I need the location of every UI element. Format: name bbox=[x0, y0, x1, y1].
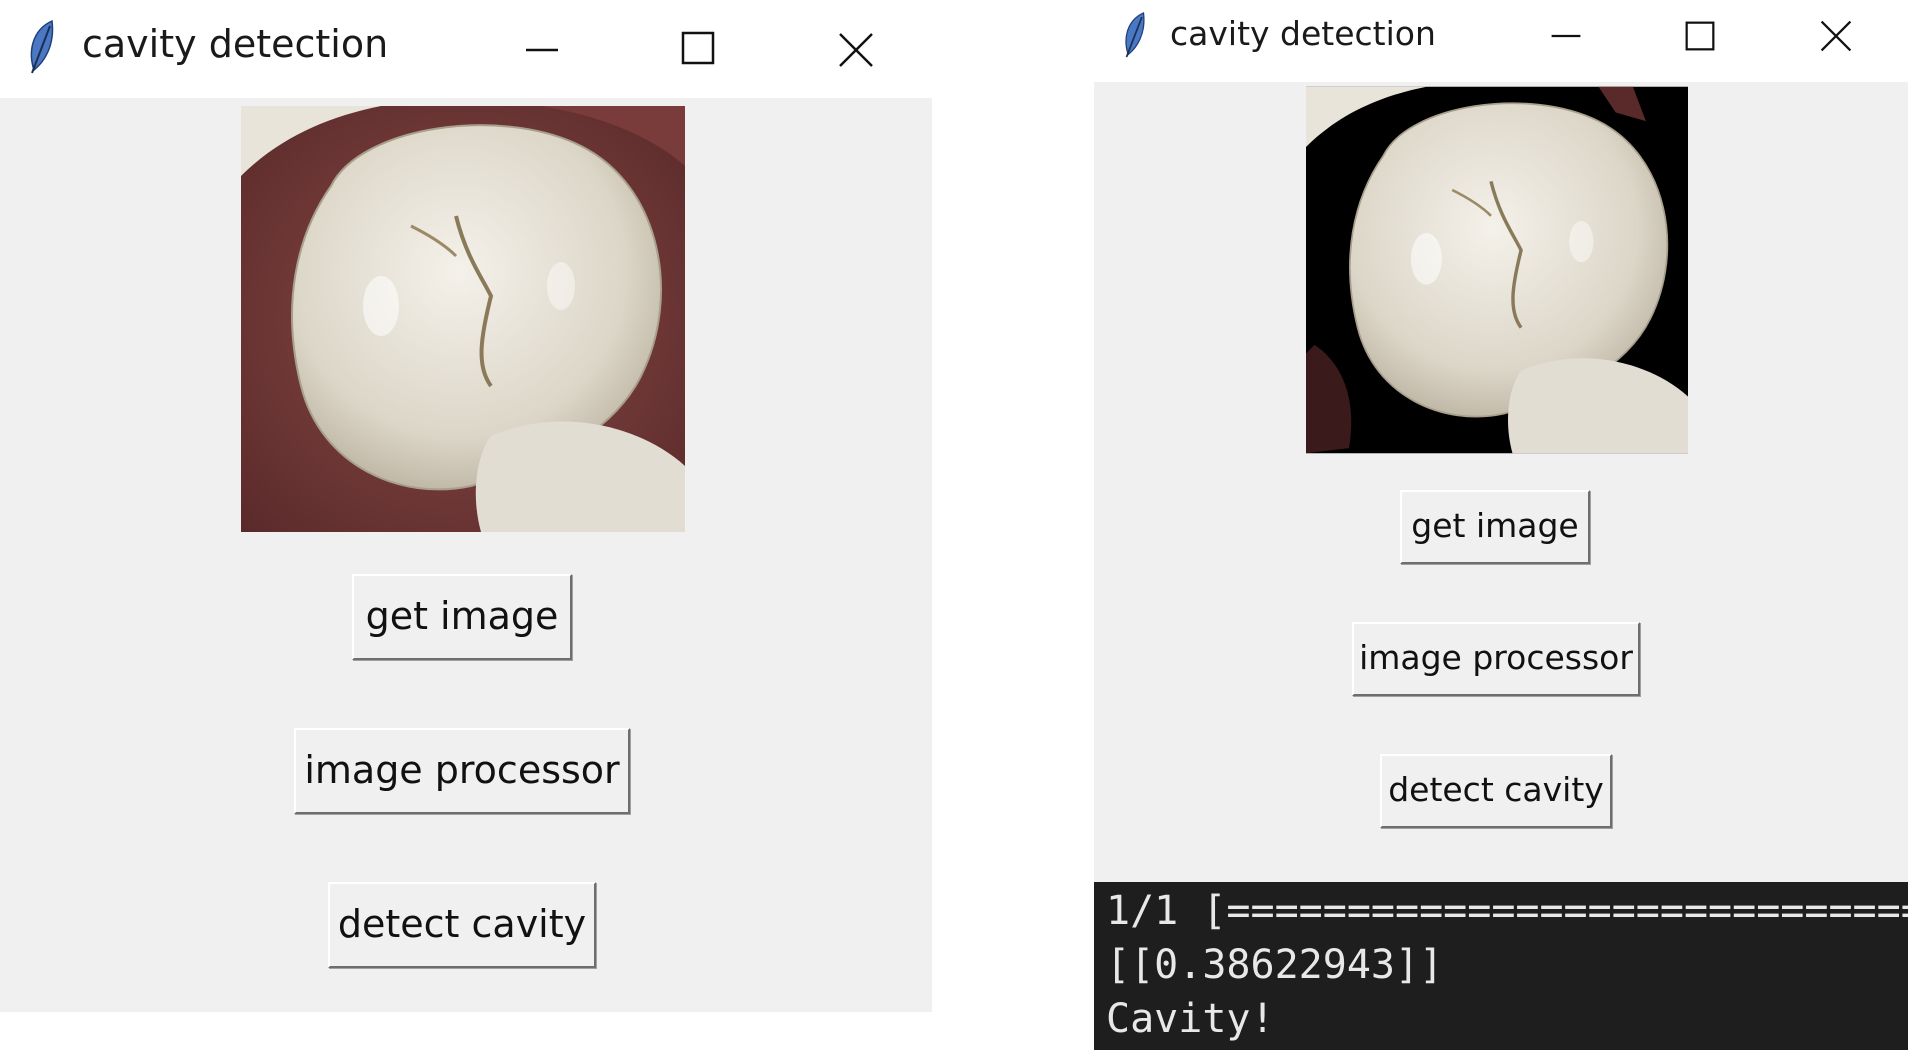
console-output: 1/1 [============================== [[0.… bbox=[1094, 882, 1908, 1050]
client-area: get image image processor detect cavity bbox=[0, 98, 932, 1012]
detect-cavity-button[interactable]: detect cavity bbox=[1380, 754, 1612, 828]
console-prediction-line: [[0.38622943]] bbox=[1106, 942, 1444, 988]
window-title: cavity detection bbox=[82, 22, 389, 66]
detect-cavity-button[interactable]: detect cavity bbox=[328, 882, 596, 968]
image-processor-button[interactable]: image processor bbox=[1352, 622, 1640, 696]
client-area: get image image processor detect cavity bbox=[1094, 82, 1908, 882]
right-window: cavity detection get image image process… bbox=[1094, 0, 1908, 1050]
title-bar[interactable]: cavity detection bbox=[1094, 0, 1908, 82]
maximize-icon[interactable] bbox=[680, 30, 716, 66]
window-title: cavity detection bbox=[1170, 14, 1436, 53]
get-image-button[interactable]: get image bbox=[352, 574, 572, 660]
title-bar[interactable]: cavity detection bbox=[0, 0, 932, 98]
close-icon[interactable] bbox=[836, 30, 876, 70]
maximize-icon[interactable] bbox=[1684, 20, 1716, 52]
tooth-image bbox=[241, 106, 685, 532]
image-processor-button[interactable]: image processor bbox=[294, 728, 630, 814]
left-window: cavity detection get image image process… bbox=[0, 0, 932, 1012]
get-image-button[interactable]: get image bbox=[1400, 490, 1590, 564]
close-icon[interactable] bbox=[1818, 18, 1854, 54]
minimize-icon[interactable] bbox=[522, 30, 562, 70]
console-progress-line: 1/1 [============================== bbox=[1106, 888, 1908, 934]
minimize-icon[interactable] bbox=[1548, 18, 1584, 54]
feather-icon bbox=[1125, 11, 1145, 58]
feather-icon bbox=[30, 19, 54, 74]
processed-tooth-image bbox=[1306, 86, 1688, 454]
console-result-line: Cavity! bbox=[1106, 996, 1275, 1042]
